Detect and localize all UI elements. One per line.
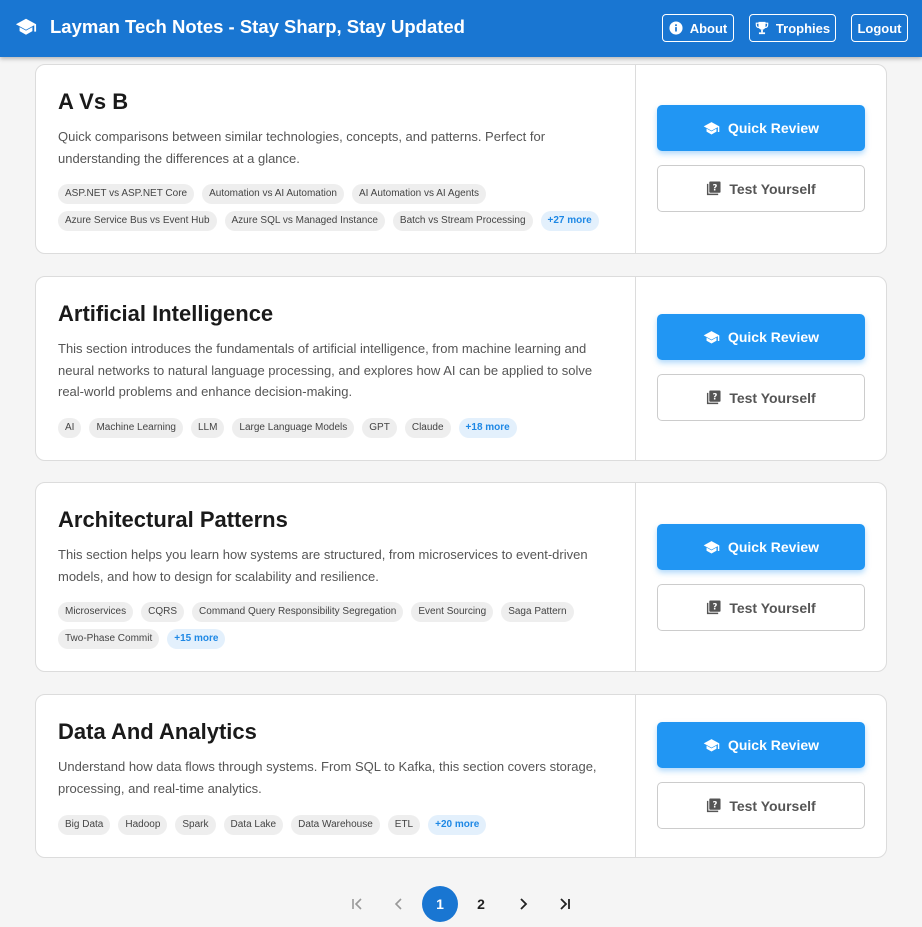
card-description: Quick comparisons between similar techno… [58, 129, 546, 166]
more-tags-badge[interactable]: +27 more [540, 211, 599, 231]
test-yourself-label: Test Yourself [729, 797, 816, 814]
about-label: About [689, 20, 728, 36]
tag[interactable]: Data Lake [223, 815, 284, 835]
tag[interactable]: Big Data [58, 815, 111, 835]
svg-text:?: ? [713, 391, 718, 401]
more-tags-badge[interactable]: +18 more [458, 418, 517, 438]
tag[interactable]: Microservices [58, 602, 134, 622]
tag[interactable]: ETL [387, 815, 421, 835]
pagination: 1 2 [0, 886, 922, 923]
graduation-cap-icon [15, 18, 37, 35]
info-icon [669, 21, 683, 35]
graduation-cap-icon [703, 540, 720, 554]
tag[interactable]: Batch vs Stream Processing [392, 211, 533, 231]
card-description: Understand how data flows through system… [58, 759, 597, 796]
quiz-icon: ? [707, 390, 721, 405]
card-title: Data And Analytics [58, 719, 257, 744]
tag-list: Microservices CQRS Command Query Respons… [58, 602, 618, 649]
svg-text:?: ? [713, 601, 718, 611]
app-header: Layman Tech Notes - Stay Sharp, Stay Upd… [0, 0, 922, 57]
last-page-button[interactable] [547, 886, 583, 922]
page-button-1[interactable]: 1 [422, 886, 458, 922]
graduation-cap-icon [703, 738, 720, 752]
tag[interactable]: AI [58, 418, 82, 438]
test-yourself-button[interactable]: ? Test Yourself [657, 374, 865, 421]
tag[interactable]: Hadoop [118, 815, 168, 835]
test-yourself-button[interactable]: ? Test Yourself [657, 165, 865, 212]
card-description: This section helps you learn how systems… [58, 547, 588, 584]
quick-review-button[interactable]: Quick Review [657, 524, 865, 570]
next-page-button[interactable] [505, 886, 541, 922]
quick-review-button[interactable]: Quick Review [657, 314, 865, 360]
quick-review-label: Quick Review [727, 120, 820, 136]
chevron-left-icon [394, 898, 402, 910]
tag[interactable]: LLM [190, 418, 225, 438]
tag-list: ASP.NET vs ASP.NET Core Automation vs AI… [58, 184, 618, 231]
quiz-icon: ? [707, 181, 721, 196]
tag[interactable]: Claude [404, 418, 451, 438]
page-button-2[interactable]: 2 [463, 886, 499, 922]
quick-review-button[interactable]: Quick Review [657, 105, 865, 151]
tag[interactable]: Azure SQL vs Managed Instance [224, 211, 385, 231]
trophies-label: Trophies [775, 20, 831, 36]
quiz-icon: ? [707, 600, 721, 615]
tag[interactable]: Large Language Models [232, 418, 355, 438]
tag[interactable]: Machine Learning [89, 418, 183, 438]
trophy-icon [755, 21, 769, 35]
test-yourself-label: Test Yourself [729, 180, 816, 197]
topic-card-data-and-analytics: Data And Analytics Understand how data f… [35, 694, 887, 858]
tag[interactable]: Spark [175, 815, 216, 835]
logout-label: Logout [857, 20, 902, 36]
quick-review-label: Quick Review [727, 539, 820, 555]
svg-text:?: ? [713, 182, 718, 192]
card-title: Architectural Patterns [58, 507, 288, 532]
first-page-icon [352, 898, 362, 910]
tag-list: Big Data Hadoop Spark Data Lake Data War… [58, 815, 618, 835]
tag[interactable]: Event Sourcing [411, 602, 494, 622]
topic-card-a-vs-b: A Vs B Quick comparisons between similar… [35, 64, 887, 254]
first-page-button[interactable] [339, 886, 375, 922]
graduation-cap-icon [703, 121, 720, 135]
tag-list: AI Machine Learning LLM Large Language M… [58, 418, 618, 438]
quick-review-label: Quick Review [727, 737, 820, 753]
app-title: Layman Tech Notes - Stay Sharp, Stay Upd… [50, 16, 465, 37]
more-tags-badge[interactable]: +15 more [167, 629, 226, 649]
previous-page-button[interactable] [381, 886, 417, 922]
tag[interactable]: Two-Phase Commit [58, 629, 160, 649]
last-page-icon [560, 898, 570, 910]
test-yourself-label: Test Yourself [729, 389, 816, 406]
card-title: Artificial Intelligence [58, 301, 274, 326]
trophies-button[interactable]: Trophies [749, 14, 836, 42]
test-yourself-button[interactable]: ? Test Yourself [657, 584, 865, 631]
tag[interactable]: Command Query Responsibility Segregation [192, 602, 404, 622]
tag[interactable]: ASP.NET vs ASP.NET Core [58, 184, 195, 204]
quick-review-button[interactable]: Quick Review [657, 722, 865, 768]
logout-button[interactable]: Logout [851, 14, 908, 42]
graduation-cap-icon [703, 330, 720, 344]
chevron-right-icon [520, 898, 528, 910]
more-tags-badge[interactable]: +20 more [428, 815, 487, 835]
tag[interactable]: CQRS [141, 602, 185, 622]
test-yourself-label: Test Yourself [729, 599, 816, 616]
tag[interactable]: AI Automation vs AI Agents [351, 184, 487, 204]
svg-text:?: ? [713, 799, 718, 809]
topic-card-artificial-intelligence: Artificial Intelligence This section int… [35, 276, 887, 461]
tag[interactable]: GPT [362, 418, 397, 438]
tag[interactable]: Data Warehouse [291, 815, 380, 835]
tag[interactable]: Azure Service Bus vs Event Hub [58, 211, 217, 231]
card-title: A Vs B [58, 89, 129, 114]
test-yourself-button[interactable]: ? Test Yourself [657, 782, 865, 829]
topic-card-architectural-patterns: Architectural Patterns This section help… [35, 482, 887, 672]
quick-review-label: Quick Review [727, 329, 820, 345]
tag[interactable]: Saga Pattern [501, 602, 574, 622]
about-button[interactable]: About [662, 14, 734, 42]
tag[interactable]: Automation vs AI Automation [202, 184, 344, 204]
quiz-icon: ? [707, 798, 721, 813]
card-description: This section introduces the fundamentals… [58, 341, 593, 399]
